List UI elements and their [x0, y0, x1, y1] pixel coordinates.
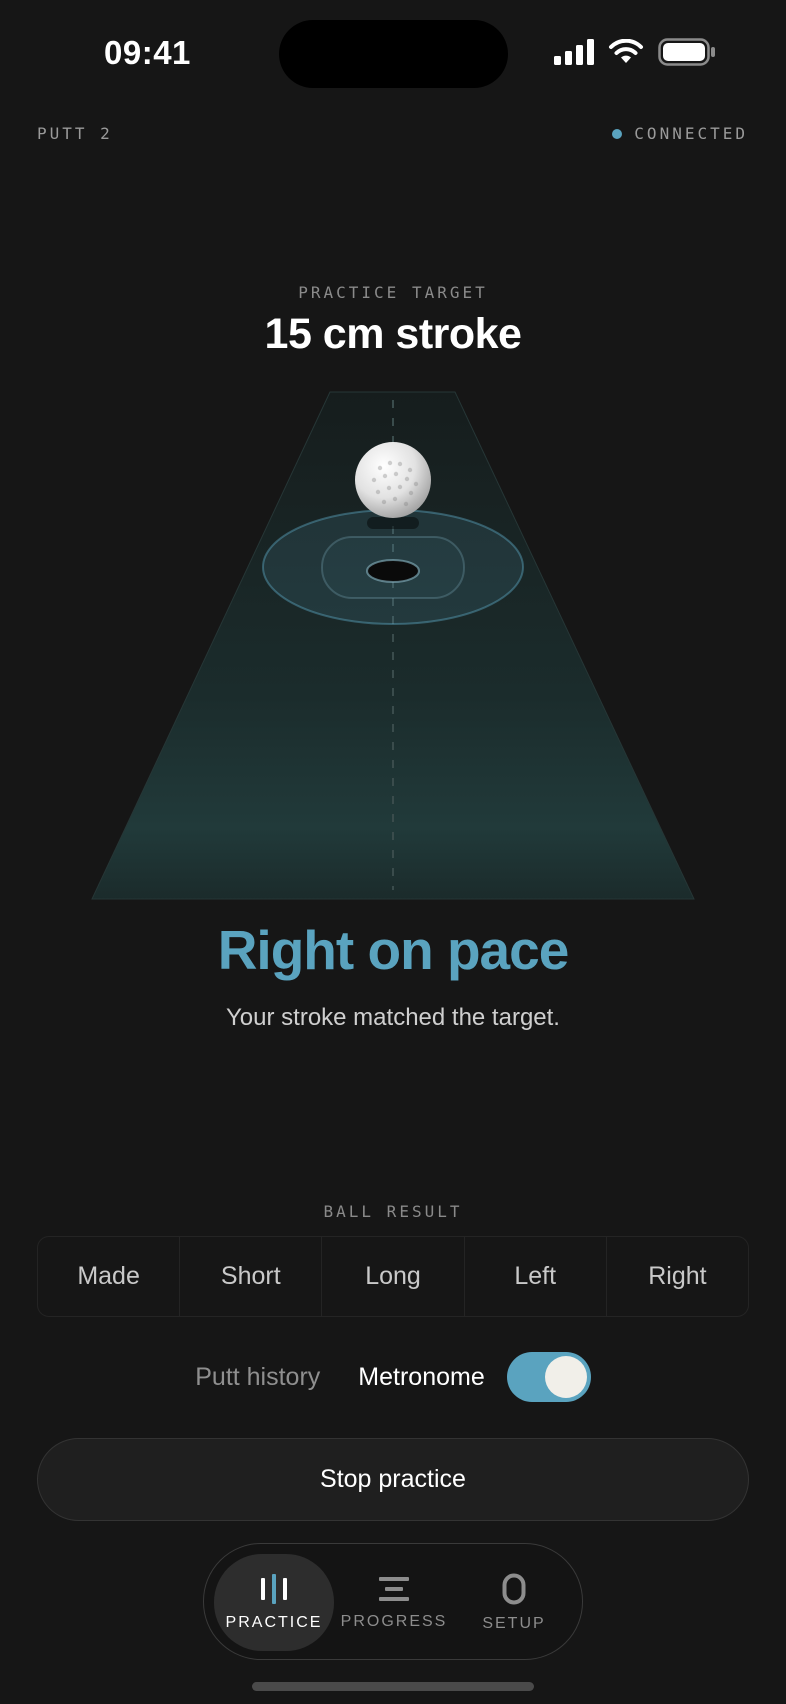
- tab-progress-label: PROGRESS: [340, 1612, 448, 1630]
- ball-result-made-button[interactable]: Made: [38, 1237, 181, 1316]
- ball-shadow: [367, 517, 419, 529]
- controls-row: Putt history Metronome: [0, 1350, 786, 1404]
- toggle-knob: [544, 1356, 587, 1398]
- practice-bars-icon: [261, 1573, 287, 1604]
- metronome-toggle[interactable]: [506, 1352, 591, 1402]
- tab-bar: PRACTICE PROGRESS SETUP: [203, 1543, 583, 1660]
- stop-practice-button[interactable]: Stop practice: [37, 1438, 749, 1521]
- golf-ball-icon: [355, 442, 431, 518]
- metronome-label: Metronome: [358, 1362, 485, 1391]
- putt-history-link[interactable]: Putt history: [195, 1363, 320, 1392]
- tab-practice[interactable]: PRACTICE: [214, 1554, 334, 1651]
- putting-green-illustration: [91, 391, 695, 900]
- tab-progress[interactable]: PROGRESS: [334, 1554, 454, 1651]
- hole-icon: [366, 559, 420, 583]
- result-title: Right on pace: [217, 919, 570, 981]
- tab-practice-label: PRACTICE: [225, 1613, 323, 1631]
- home-indicator[interactable]: [252, 1682, 534, 1691]
- ball-result-selector: Made Short Long Left Right: [37, 1236, 749, 1317]
- ball-result-left-button[interactable]: Left: [465, 1237, 607, 1316]
- tab-setup-label: SETUP: [482, 1614, 546, 1632]
- ball-result-long-button[interactable]: Long: [322, 1237, 465, 1316]
- ball-result-right-button[interactable]: Right: [607, 1237, 748, 1316]
- result-subtitle: Your stroke matched the target.: [226, 1004, 560, 1031]
- progress-lines-icon: [379, 1576, 409, 1601]
- tab-setup[interactable]: SETUP: [454, 1554, 574, 1651]
- ball-result-short-button[interactable]: Short: [180, 1237, 323, 1316]
- ball-result-caption: BALL RESULT: [323, 1202, 463, 1221]
- setup-zero-icon: [502, 1573, 526, 1604]
